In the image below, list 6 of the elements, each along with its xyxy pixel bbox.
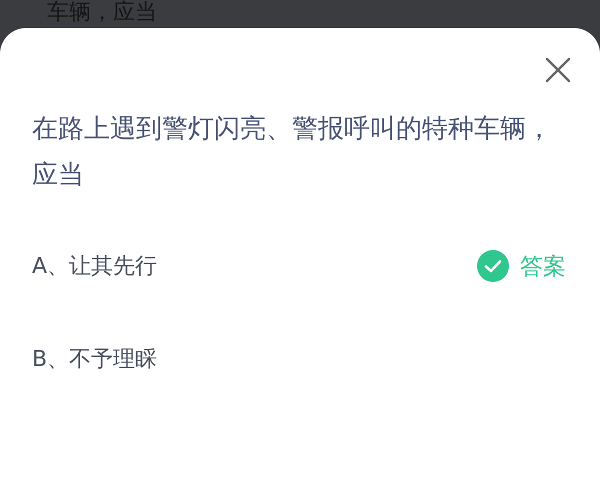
question-text: 在路上遇到警灯闪亮、警报呼叫的特种车辆，应当 bbox=[32, 113, 553, 192]
option-text: B、不予理睬 bbox=[32, 346, 158, 374]
answer-label: 答案 bbox=[520, 252, 566, 282]
close-icon bbox=[545, 57, 571, 83]
close-button[interactable] bbox=[544, 56, 572, 84]
option-text: A、让其先行 bbox=[32, 253, 158, 281]
